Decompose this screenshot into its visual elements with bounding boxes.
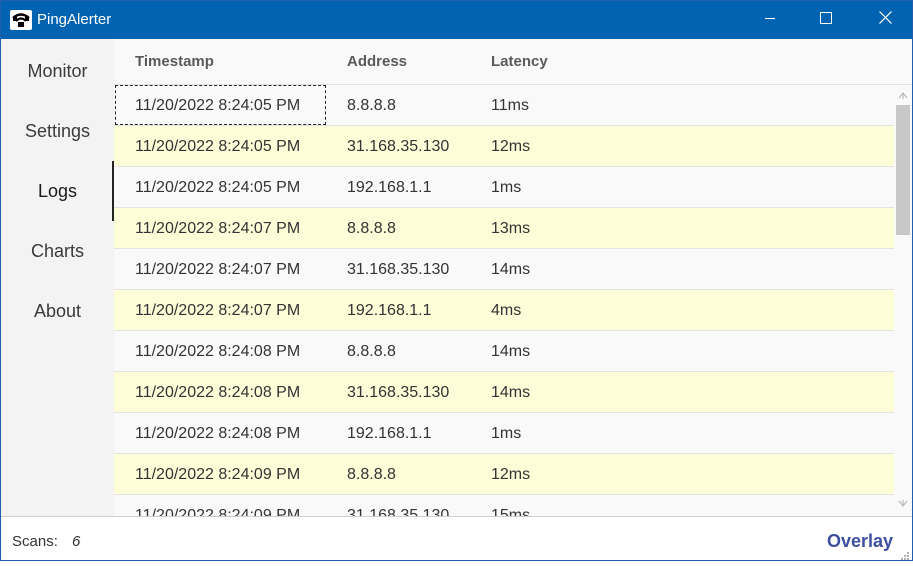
cell-latency: 1ms [491,425,522,442]
logs-panel: Timestamp Address Latency 11/20/2022 8:2… [114,39,912,516]
cell-latency: 15ms [491,507,531,516]
window-title: PingAlerter [37,11,112,28]
sidebar-nav: Monitor Settings Logs Charts About [1,39,114,516]
scans-count: 6 [72,533,81,550]
table-row[interactable]: 11/20/2022 8:24:05 PM 8.8.8.8 11ms [114,85,894,126]
cell-latency: 11ms [491,97,529,114]
sidebar-item-label: Logs [37,180,78,201]
cell-latency: 14ms [491,384,531,401]
resize-grip-icon[interactable] [900,548,910,560]
minimize-button[interactable] [741,1,799,39]
arrow-down-icon [898,499,908,511]
table-row[interactable]: 11/20/2022 8:24:07 PM 31.168.35.130 14ms [114,249,894,290]
cell-address: 8.8.8.8 [347,220,396,237]
cell-timestamp: 11/20/2022 8:24:05 PM [135,179,301,196]
table-row[interactable]: 11/20/2022 8:24:07 PM 192.168.1.1 4ms [114,290,894,331]
cell-latency: 13ms [491,220,531,237]
sidebar-item-label: About [33,300,82,321]
cell-timestamp: 11/20/2022 8:24:08 PM [135,425,301,442]
column-header-latency[interactable]: Latency [491,53,548,70]
ping-alerter-app-icon [10,10,32,30]
app-window: PingAlerter Monitor Settings Logs Charts… [0,0,913,561]
sidebar-item-label: Settings [24,120,91,141]
cell-address: 31.168.35.130 [347,261,450,278]
close-icon [878,11,892,29]
cell-latency: 14ms [491,343,531,360]
cell-latency: 12ms [491,466,531,483]
table-row[interactable]: 11/20/2022 8:24:05 PM 31.168.35.130 12ms [114,126,894,167]
cell-timestamp: 11/20/2022 8:24:05 PM [135,97,301,114]
cell-timestamp: 11/20/2022 8:24:07 PM [135,302,301,319]
cell-address: 192.168.1.1 [347,302,432,319]
arrow-up-icon [898,90,908,102]
scroll-up-button[interactable] [894,87,912,105]
cell-latency: 4ms [491,302,522,319]
scroll-down-button[interactable] [894,496,912,514]
cell-timestamp: 11/20/2022 8:24:05 PM [135,138,301,155]
column-header-timestamp[interactable]: Timestamp [135,53,214,70]
title-bar[interactable]: PingAlerter [1,1,912,39]
cell-address: 31.168.35.130 [347,384,450,401]
cell-timestamp: 11/20/2022 8:24:08 PM [135,384,301,401]
sidebar-item-label: Charts [30,240,84,261]
cell-timestamp: 11/20/2022 8:24:09 PM [135,507,301,516]
maximize-button[interactable] [797,1,855,39]
vertical-scrollbar[interactable] [894,85,912,516]
cell-timestamp: 11/20/2022 8:24:08 PM [135,343,301,360]
cell-address: 8.8.8.8 [347,97,396,114]
table-row[interactable]: 11/20/2022 8:24:08 PM 192.168.1.1 1ms [114,413,894,454]
scans-label: Scans: [12,533,58,550]
table-header: Timestamp Address Latency [114,39,912,85]
scroll-thumb[interactable] [896,105,910,235]
cell-latency: 12ms [491,138,531,155]
cell-timestamp: 11/20/2022 8:24:07 PM [135,220,301,237]
table-row[interactable]: 11/20/2022 8:24:05 PM 192.168.1.1 1ms [114,167,894,208]
sidebar-item-charts[interactable]: Charts [1,221,114,281]
sidebar-item-about[interactable]: About [1,281,114,341]
sidebar-item-monitor[interactable]: Monitor [1,41,114,101]
close-button[interactable] [856,1,913,39]
cell-address: 192.168.1.1 [347,425,432,442]
table-row[interactable]: 11/20/2022 8:24:09 PM 8.8.8.8 12ms [114,454,894,495]
status-bar: Scans: 6 Overlay [1,516,912,560]
cell-timestamp: 11/20/2022 8:24:09 PM [135,466,301,483]
cell-address: 8.8.8.8 [347,343,396,360]
cell-latency: 1ms [491,179,522,196]
cell-address: 192.168.1.1 [347,179,432,196]
sidebar-item-logs[interactable]: Logs [1,161,114,221]
table-row[interactable]: 11/20/2022 8:24:08 PM 8.8.8.8 14ms [114,331,894,372]
table-row[interactable]: 11/20/2022 8:24:07 PM 8.8.8.8 13ms [114,208,894,249]
minimize-icon [764,11,776,29]
table-row[interactable]: 11/20/2022 8:24:09 PM 31.168.35.130 15ms [114,495,894,516]
cell-timestamp: 11/20/2022 8:24:07 PM [135,261,301,278]
column-header-address[interactable]: Address [347,53,407,70]
cell-address: 31.168.35.130 [347,138,450,155]
sidebar-item-settings[interactable]: Settings [1,101,114,161]
overlay-button[interactable]: Overlay [827,531,893,552]
log-table-body[interactable]: 11/20/2022 8:24:05 PM 8.8.8.8 11ms 11/20… [114,85,894,516]
cell-latency: 14ms [491,261,531,278]
cell-address: 31.168.35.130 [347,507,450,516]
table-row[interactable]: 11/20/2022 8:24:08 PM 31.168.35.130 14ms [114,372,894,413]
cell-address: 8.8.8.8 [347,466,396,483]
maximize-icon [820,11,832,29]
sidebar-item-label: Monitor [27,60,88,81]
